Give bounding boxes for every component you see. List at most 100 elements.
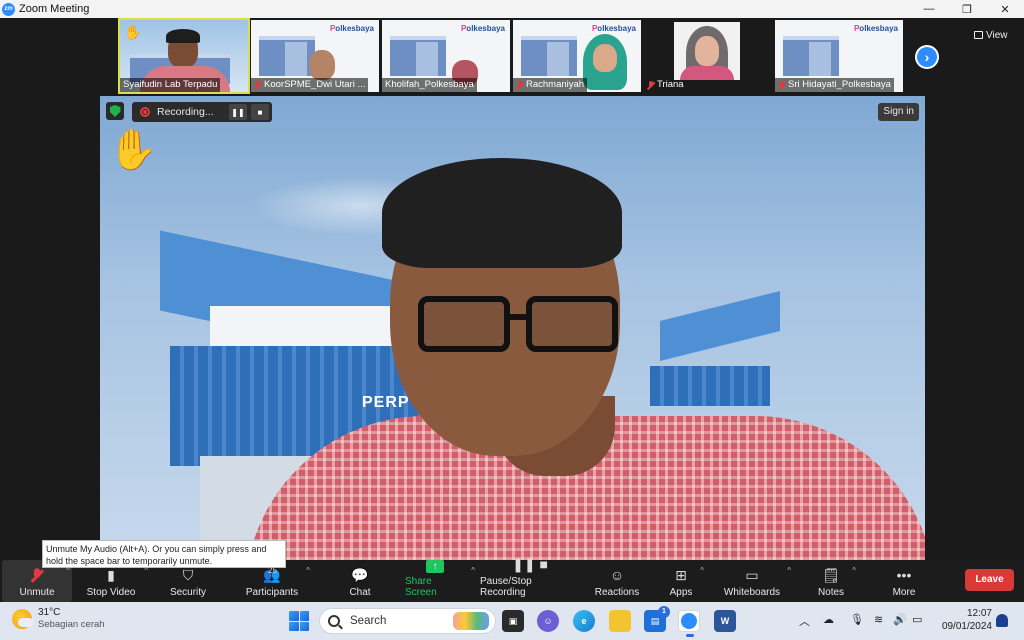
wifi-icon[interactable]: ≋ bbox=[874, 613, 883, 626]
pause-stop-recording-button[interactable]: ❚❚ ■ Pause/Stop Recording bbox=[480, 556, 580, 602]
shield-icon: ⛉ bbox=[182, 566, 194, 583]
participant-name: Syaifudin Lab Terpadu bbox=[120, 78, 221, 92]
view-button[interactable]: View bbox=[974, 26, 1020, 44]
participant-tile[interactable]: ✋ Syaifudin Lab Terpadu bbox=[118, 18, 250, 94]
participant-face bbox=[593, 44, 617, 72]
participant-tile[interactable]: Polkesbaya Sri Hidayati_Polkesbaya bbox=[775, 20, 903, 92]
system-clock[interactable]: 12:07 09/01/2024 bbox=[938, 607, 992, 633]
participant-name: Kholifah_Polkesbaya bbox=[382, 78, 477, 92]
window-controls: — ❐ ✕ bbox=[910, 0, 1024, 18]
share-screen-icon: ↑ bbox=[426, 560, 444, 573]
participant-name: Rachmaniyah bbox=[513, 78, 588, 92]
chevron-up-icon[interactable]: ︿ bbox=[799, 613, 810, 629]
chevron-up-icon[interactable]: ^ bbox=[306, 566, 310, 575]
weather-widget[interactable]: 31°C Sebagian cerah bbox=[12, 607, 105, 631]
polkesbaya-logo: Polkesbaya bbox=[853, 24, 898, 33]
polkesbaya-logo: Polkesbaya bbox=[460, 24, 505, 33]
chevron-up-icon[interactable]: ^ bbox=[852, 566, 856, 575]
notes-button[interactable]: 🗒 Notes ^ bbox=[816, 560, 856, 602]
chat-icon: 💬 bbox=[351, 566, 369, 583]
store-badge: 1 bbox=[658, 606, 670, 618]
windows-taskbar: 31°C Sebagian cerah Search ▣ ☺ e ▤ 1 W ︿ … bbox=[0, 602, 1024, 640]
grid-icon bbox=[974, 31, 983, 39]
weather-temp: 31°C bbox=[38, 607, 61, 618]
chevron-up-icon[interactable]: ^ bbox=[787, 566, 791, 575]
participant-tile[interactable]: Polkesbaya Rachmaniyah bbox=[513, 20, 641, 92]
more-button[interactable]: ••• More bbox=[890, 560, 918, 602]
window-title: Zoom Meeting bbox=[19, 3, 90, 15]
participant-strip: ✋ Syaifudin Lab Terpadu Polkesbaya KoorS… bbox=[118, 18, 903, 94]
stop-recording-button[interactable]: ■ bbox=[251, 104, 269, 120]
polkesbaya-logo: Polkesbaya bbox=[591, 24, 636, 33]
participant-shirt bbox=[680, 66, 734, 80]
tile-building bbox=[547, 42, 569, 76]
raised-hand-icon: ✋ bbox=[124, 24, 142, 40]
whiteboards-button[interactable]: ▭ Whiteboards ^ bbox=[723, 560, 791, 602]
cloud-icon[interactable]: ☁ bbox=[823, 613, 834, 626]
more-dots-icon: ••• bbox=[896, 567, 912, 583]
task-view-icon[interactable]: ▣ bbox=[502, 610, 524, 632]
participant-tile[interactable]: Triana bbox=[644, 20, 772, 92]
speaker-glasses bbox=[418, 296, 618, 354]
next-page-button[interactable]: › bbox=[915, 45, 939, 69]
file-explorer-icon[interactable] bbox=[609, 610, 631, 632]
participant-tile[interactable]: Polkesbaya Kholifah_Polkesbaya bbox=[382, 20, 510, 92]
search-icon bbox=[328, 615, 340, 627]
title-bar: zm Zoom Meeting — ❐ ✕ bbox=[0, 0, 1024, 18]
clock-date: 09/01/2024 bbox=[941, 621, 992, 632]
pause-stop-icon: ❚❚ ■ bbox=[512, 556, 548, 572]
teams-chat-icon[interactable]: ☺ bbox=[537, 610, 559, 632]
zoom-app-icon[interactable] bbox=[678, 610, 700, 637]
word-app-icon[interactable]: W bbox=[714, 610, 736, 632]
notification-bell-icon[interactable] bbox=[996, 614, 1008, 627]
recording-dot-icon bbox=[140, 107, 150, 117]
minimize-button[interactable]: — bbox=[910, 0, 948, 18]
reactions-button[interactable]: ☺ Reactions bbox=[595, 560, 639, 602]
pause-recording-button[interactable]: ❚❚ bbox=[229, 104, 247, 120]
participant-face bbox=[695, 36, 719, 66]
recording-label: Recording... bbox=[157, 106, 214, 118]
apps-button[interactable]: ⊞ Apps ^ bbox=[668, 560, 704, 602]
building-facade bbox=[650, 366, 770, 406]
shield-icon bbox=[109, 105, 121, 117]
microphone-icon[interactable]: 🎙 bbox=[850, 613, 864, 626]
store-icon[interactable]: ▤ 1 bbox=[644, 606, 670, 632]
speaker-icon[interactable]: 🔊 bbox=[893, 613, 907, 626]
taskbar-search[interactable]: Search bbox=[319, 608, 496, 634]
maximize-button[interactable]: ❐ bbox=[948, 0, 986, 18]
mic-muted-icon bbox=[778, 80, 786, 90]
security-shield-icon[interactable] bbox=[106, 102, 124, 120]
close-button[interactable]: ✕ bbox=[986, 0, 1024, 18]
mic-muted-icon bbox=[254, 80, 262, 90]
clock-time: 12:07 bbox=[966, 608, 992, 619]
glasses-lens bbox=[526, 296, 618, 352]
glasses-lens bbox=[418, 296, 510, 352]
participant-hair bbox=[166, 29, 200, 43]
partly-sunny-icon bbox=[12, 609, 34, 629]
apps-icon: ⊞ bbox=[675, 566, 687, 583]
raised-hand-icon: ✋ bbox=[108, 128, 158, 172]
chevron-up-icon[interactable]: ^ bbox=[700, 566, 704, 575]
building-roof bbox=[660, 291, 780, 361]
edge-browser-icon[interactable]: e bbox=[573, 610, 595, 632]
chevron-up-icon[interactable]: ^ bbox=[471, 566, 475, 575]
participant-tile[interactable]: Polkesbaya KoorSPME_Dwi Utari ... bbox=[251, 20, 379, 92]
share-screen-button[interactable]: ↑ Share Screen ^ bbox=[405, 560, 475, 602]
recording-indicator: Recording... ❚❚ ■ bbox=[132, 102, 272, 122]
leave-button[interactable]: Leave bbox=[965, 569, 1014, 591]
mic-muted-icon bbox=[516, 80, 524, 90]
whiteboard-icon: ▭ bbox=[745, 566, 759, 583]
mic-muted-icon bbox=[27, 566, 47, 584]
chat-button[interactable]: 💬 Chat bbox=[345, 560, 375, 602]
zoom-logo-icon: zm bbox=[2, 2, 15, 16]
participant-name: Sri Hidayati_Polkesbaya bbox=[775, 78, 894, 92]
sign-in-button[interactable]: Sign in bbox=[878, 103, 919, 121]
weather-desc: Sebagian cerah bbox=[38, 619, 105, 630]
unmute-tooltip: Unmute My Audio (Alt+A). Or you can simp… bbox=[42, 540, 286, 568]
participant-name: Triana bbox=[644, 78, 687, 92]
zoom-window: { "window": { "title": "Zoom Meeting", "… bbox=[0, 0, 1024, 640]
start-button[interactable] bbox=[289, 611, 309, 631]
search-highlight-icon bbox=[453, 612, 489, 630]
battery-icon[interactable]: ▭ bbox=[912, 613, 922, 626]
main-video: PERP Recording... ❚❚ ■ ✋ Sign in bbox=[100, 96, 925, 560]
